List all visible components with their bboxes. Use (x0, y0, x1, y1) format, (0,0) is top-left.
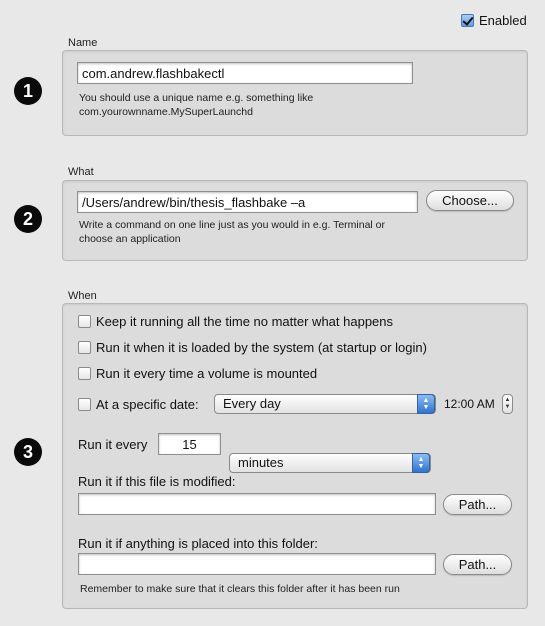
file-modified-label: Run it if this file is modified: (78, 474, 236, 489)
what-hint-line-1: Write a command on one line just as you … (79, 219, 386, 231)
folder-hint: Remember to make sure that it clears thi… (80, 583, 400, 595)
enabled-checkbox-row[interactable]: Enabled (461, 13, 527, 28)
folder-path-button[interactable]: Path... (443, 554, 512, 575)
folder-label: Run it if anything is placed into this f… (78, 536, 318, 551)
run-every-label: Run it every (78, 437, 148, 452)
name-hint-line-1: You should use a unique name e.g. someth… (79, 92, 314, 104)
option-run-at-load[interactable]: Run it when it is loaded by the system (… (78, 340, 427, 355)
run-at-load-label: Run it when it is loaded by the system (… (96, 340, 427, 355)
volume-mounted-checkbox[interactable] (78, 367, 91, 380)
name-hint: You should use a unique name e.g. someth… (79, 91, 313, 119)
time-field[interactable]: 12:00 AM (444, 397, 495, 411)
run-every-field[interactable]: 15 (158, 433, 221, 455)
time-stepper[interactable]: ▲ ▼ (502, 394, 513, 414)
interval-unit-select[interactable]: minutes ▲ ▼ (229, 453, 431, 473)
updown-arrows-icon: ▲ ▼ (417, 394, 435, 414)
name-hint-line-2: com.yourownname.MySuperLaunchd (79, 106, 253, 118)
folder-field[interactable] (78, 553, 436, 575)
specific-date-checkbox[interactable] (78, 398, 91, 411)
name-field[interactable]: com.andrew.flashbakectl (77, 62, 413, 84)
what-hint-line-2: choose an application (79, 233, 181, 245)
file-path-button[interactable]: Path... (443, 494, 512, 515)
name-section-title: Name (68, 37, 98, 49)
what-section-title: What (68, 166, 94, 178)
interval-unit-value: minutes (238, 455, 284, 470)
when-section-title: When (68, 290, 97, 302)
what-hint: Write a command on one line just as you … (79, 218, 385, 246)
option-specific-date[interactable]: At a specific date: (78, 397, 199, 412)
choose-button[interactable]: Choose... (426, 190, 514, 211)
updown-arrows-icon: ▲ ▼ (412, 453, 430, 473)
volume-mounted-label: Run it every time a volume is mounted (96, 366, 318, 381)
step-2-badge: 2 (14, 205, 42, 233)
enabled-checkbox[interactable] (461, 14, 474, 27)
enabled-label: Enabled (479, 13, 527, 28)
step-1-badge: 1 (14, 77, 42, 105)
date-frequency-value: Every day (223, 396, 281, 411)
specific-date-label: At a specific date: (96, 397, 199, 412)
option-keep-running[interactable]: Keep it running all the time no matter w… (78, 314, 393, 329)
keep-running-label: Keep it running all the time no matter w… (96, 314, 394, 329)
option-volume-mounted[interactable]: Run it every time a volume is mounted (78, 366, 317, 381)
run-at-load-checkbox[interactable] (78, 341, 91, 354)
step-3-badge: 3 (14, 438, 42, 466)
file-modified-field[interactable] (78, 493, 436, 515)
date-frequency-select[interactable]: Every day ▲ ▼ (214, 394, 436, 414)
command-field[interactable]: /Users/andrew/bin/thesis_flashbake –a (77, 191, 418, 213)
keep-running-checkbox[interactable] (78, 315, 91, 328)
